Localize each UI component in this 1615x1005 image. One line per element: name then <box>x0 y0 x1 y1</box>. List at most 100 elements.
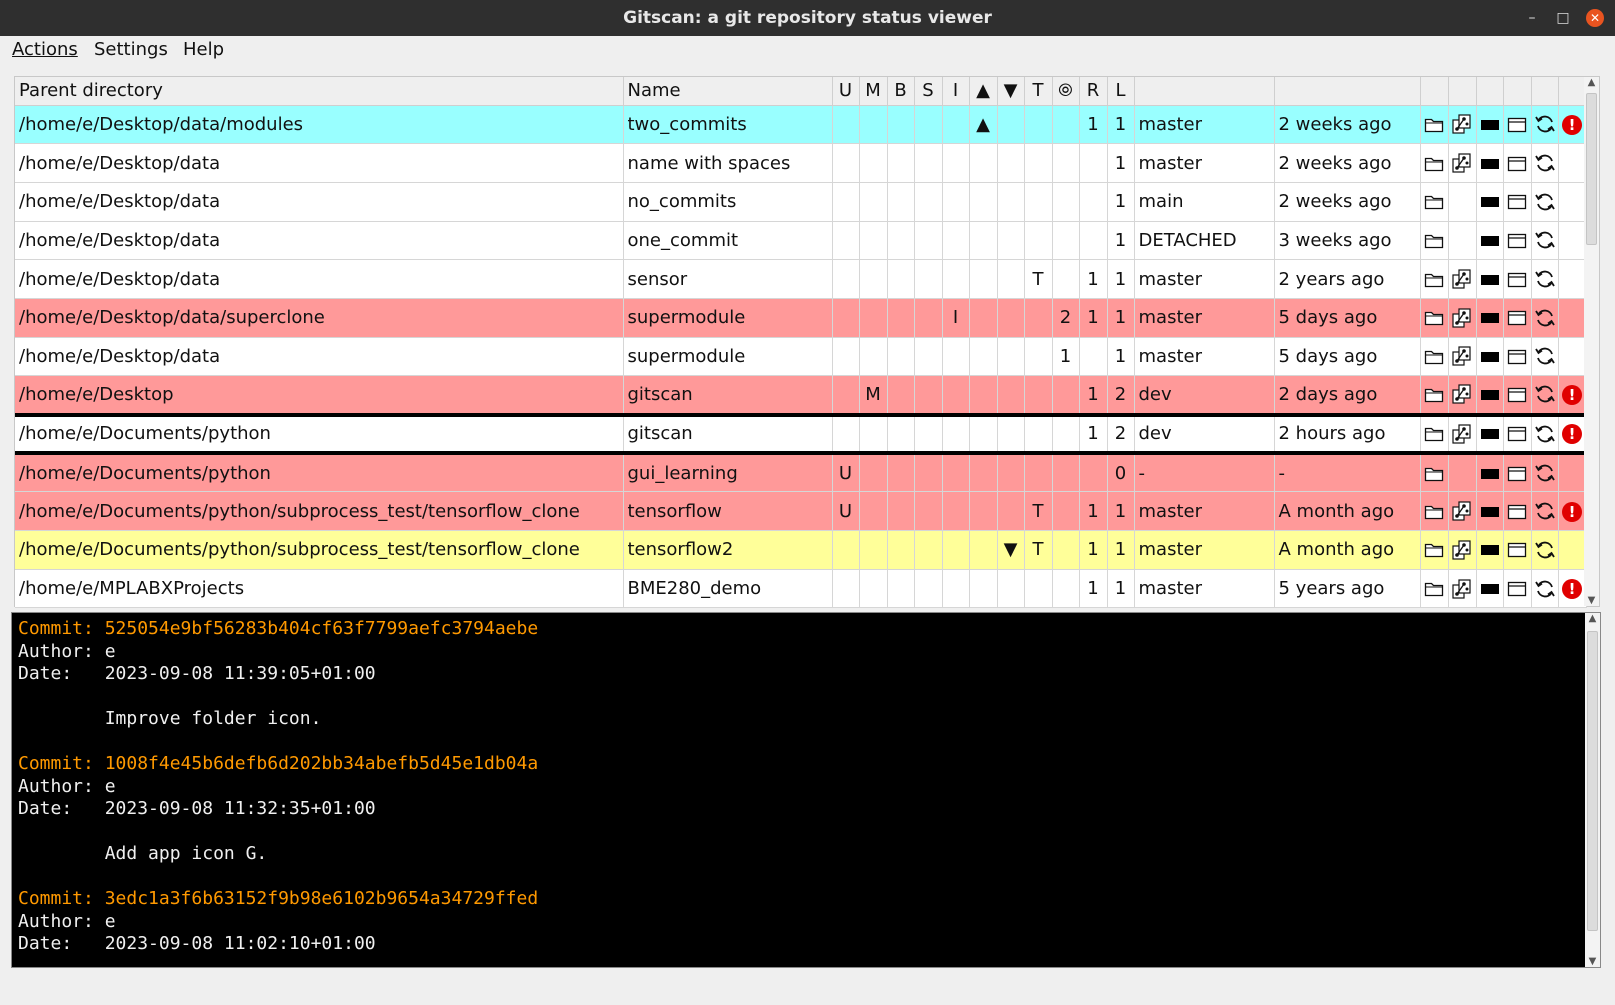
cell-action-1[interactable] <box>1420 182 1449 222</box>
log-scroll-up-arrow-icon[interactable]: ▲ <box>1585 613 1600 624</box>
header-time[interactable] <box>1274 77 1421 106</box>
folder-icon[interactable] <box>1424 539 1444 560</box>
terminal-icon[interactable] <box>1480 384 1500 405</box>
folder-icon[interactable] <box>1424 463 1444 484</box>
table-row[interactable]: /home/e/Desktop/data name with spaces 1 mas… <box>15 143 1587 183</box>
folder-icon[interactable] <box>1424 230 1444 251</box>
folder-icon[interactable] <box>1424 346 1444 367</box>
cell-action-2[interactable] <box>1448 105 1477 145</box>
cell-action-1[interactable] <box>1420 221 1449 261</box>
cell-action-6[interactable]: ! <box>1558 491 1587 532</box>
terminal-icon[interactable] <box>1480 191 1500 212</box>
folder-icon[interactable] <box>1424 307 1444 328</box>
cell-action-5[interactable] <box>1531 259 1559 299</box>
folder-icon[interactable] <box>1424 191 1444 212</box>
log-scroll-down-arrow-icon[interactable]: ▼ <box>1585 956 1600 967</box>
window-icon[interactable] <box>1507 153 1527 174</box>
cell-action-2[interactable] <box>1448 143 1477 183</box>
cell-action-1[interactable] <box>1420 491 1449 532</box>
terminal-icon[interactable] <box>1480 578 1500 599</box>
folder-icon[interactable] <box>1424 384 1444 405</box>
minimize-button[interactable]: – <box>1523 9 1541 27</box>
cell-action-2[interactable] <box>1448 569 1477 609</box>
cell-action-5[interactable] <box>1531 375 1559 415</box>
refresh-icon[interactable] <box>1534 462 1556 483</box>
folder-icon[interactable] <box>1424 423 1444 444</box>
cell-action-2[interactable] <box>1448 491 1477 532</box>
cell-action-1[interactable] <box>1420 569 1449 609</box>
refresh-icon[interactable] <box>1534 423 1556 444</box>
table-row[interactable]: /home/e/Desktop/data one_commit 1 DETACHED 3… <box>15 221 1587 261</box>
cell-action-4[interactable] <box>1503 491 1532 532</box>
cell-action-2[interactable] <box>1448 412 1477 456</box>
cell-action-3[interactable] <box>1476 143 1504 183</box>
terminal-icon[interactable] <box>1480 346 1500 367</box>
cell-action-4[interactable] <box>1503 105 1532 145</box>
cell-action-5[interactable] <box>1531 530 1559 570</box>
table-scroll-thumb[interactable] <box>1586 93 1597 245</box>
cell-action-5[interactable] <box>1531 337 1559 377</box>
refresh-icon[interactable] <box>1534 500 1556 521</box>
cell-action-4[interactable] <box>1503 337 1532 377</box>
cell-action-1[interactable] <box>1420 530 1449 570</box>
cell-action-1[interactable] <box>1420 259 1449 299</box>
cell-action-2[interactable] <box>1448 298 1477 338</box>
header-ahead[interactable]: ▲ <box>969 77 998 106</box>
refresh-icon[interactable] <box>1534 345 1556 366</box>
header-r[interactable]: R <box>1079 77 1108 106</box>
header-staged[interactable]: S <box>914 77 943 106</box>
header-i[interactable]: I <box>942 77 970 106</box>
table-row[interactable]: /home/e/Desktop gitscan M 1 2 dev 2 days ago! <box>15 375 1587 415</box>
cell-action-5[interactable] <box>1531 105 1559 145</box>
gitk-history-icon[interactable] <box>1452 539 1472 560</box>
header-untracked[interactable]: U <box>832 77 860 106</box>
repository-table[interactable]: Parent directory Name U M B S I ▲ ▼ T ⦾ … <box>14 76 1600 609</box>
terminal-icon[interactable] <box>1480 539 1500 560</box>
header-name[interactable]: Name <box>623 77 833 106</box>
cell-action-5[interactable] <box>1531 182 1559 222</box>
close-button[interactable]: ✕ <box>1586 9 1604 27</box>
cell-action-3[interactable] <box>1476 259 1504 299</box>
cell-action-5[interactable] <box>1531 221 1559 261</box>
cell-action-6[interactable]: ! <box>1558 569 1587 609</box>
scroll-up-arrow-icon[interactable]: ▲ <box>1584 77 1599 88</box>
table-row[interactable]: /home/e/Desktop/data supermodule 1 1 master 5… <box>15 337 1587 377</box>
folder-icon[interactable] <box>1424 269 1444 290</box>
cell-action-5[interactable] <box>1531 298 1559 338</box>
cell-action-2[interactable] <box>1448 375 1477 415</box>
window-icon[interactable] <box>1507 501 1527 522</box>
table-scrollbar[interactable]: ▲ ▼ <box>1584 77 1599 606</box>
table-row[interactable]: /home/e/Desktop/data sensor T 1 1 master 2 yea… <box>15 259 1587 299</box>
cell-action-4[interactable] <box>1503 375 1532 415</box>
cell-action-3[interactable] <box>1476 453 1504 493</box>
cell-action-4[interactable] <box>1503 298 1532 338</box>
cell-action-1[interactable] <box>1420 337 1449 377</box>
gitk-history-icon[interactable] <box>1452 423 1472 444</box>
cell-action-1[interactable] <box>1420 453 1449 493</box>
cell-action-4[interactable] <box>1503 143 1532 183</box>
refresh-icon[interactable] <box>1534 383 1556 404</box>
terminal-icon[interactable] <box>1480 114 1500 135</box>
folder-icon[interactable] <box>1424 578 1444 599</box>
cell-action-6[interactable]: ! <box>1558 412 1587 456</box>
table-row[interactable]: /home/e/Desktop/data/modules two_commits ▲… <box>15 105 1587 145</box>
cell-action-5[interactable] <box>1531 569 1559 609</box>
folder-icon[interactable] <box>1424 114 1444 135</box>
cell-action-1[interactable] <box>1420 375 1449 415</box>
window-icon[interactable] <box>1507 307 1527 328</box>
terminal-icon[interactable] <box>1480 423 1500 444</box>
terminal-icon[interactable] <box>1480 269 1500 290</box>
commit-log-panel[interactable]: Commit: 525054e9bf56283b404cf63f7799aefc… <box>11 612 1601 968</box>
cell-action-1[interactable] <box>1420 412 1449 456</box>
error-icon[interactable]: ! <box>1562 501 1582 522</box>
terminal-icon[interactable] <box>1480 230 1500 251</box>
cell-action-2[interactable] <box>1448 337 1477 377</box>
cell-action-3[interactable] <box>1476 491 1504 532</box>
folder-icon[interactable] <box>1424 153 1444 174</box>
header-b[interactable]: B <box>887 77 915 106</box>
terminal-icon[interactable] <box>1480 307 1500 328</box>
gitk-history-icon[interactable] <box>1452 152 1472 173</box>
cell-action-4[interactable] <box>1503 182 1532 222</box>
gitk-history-icon[interactable] <box>1452 345 1472 367</box>
error-icon[interactable]: ! <box>1562 384 1582 405</box>
